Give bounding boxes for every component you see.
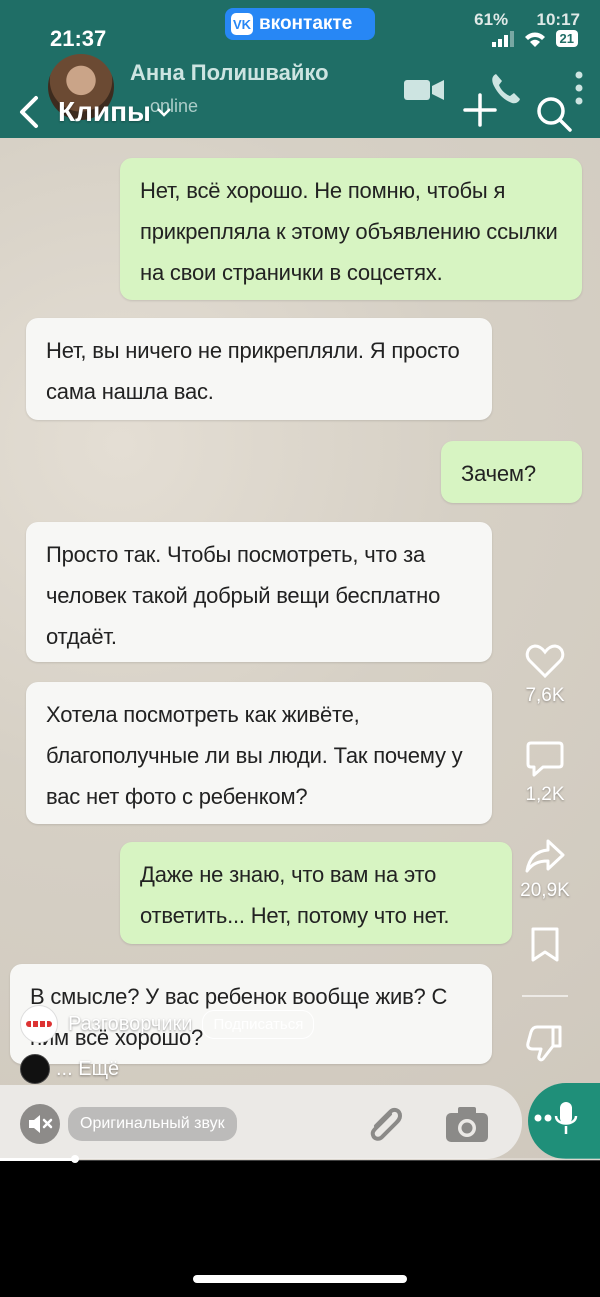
attachment-icon: [370, 1107, 403, 1141]
shares-count: 20,9K: [520, 880, 570, 901]
chat-message: Зачем?: [441, 441, 582, 503]
progress-fill: [0, 1158, 75, 1161]
battery-icon: 21: [555, 30, 578, 47]
clips-title-dropdown[interactable]: Клипы: [58, 96, 171, 128]
home-indicator[interactable]: [193, 1275, 407, 1283]
thumbs-down-icon: [526, 1025, 562, 1062]
share-button[interactable]: 20,9K: [505, 838, 585, 902]
vk-badge-label: вконтакте: [259, 13, 353, 34]
description-more[interactable]: ... Ещё: [20, 1054, 119, 1084]
bookmark-button[interactable]: [505, 926, 585, 970]
chat-message: Хотела посмотреть как живёте, благополуч…: [26, 682, 492, 824]
bookmark-icon: [531, 927, 559, 962]
vk-logo-icon: VK: [231, 13, 253, 35]
contact-name: Анна Полишвайко: [130, 60, 329, 85]
mic-icon: [534, 1102, 578, 1134]
chat-message: Нет, вы ничего не прикрепляли. Я просто …: [26, 318, 492, 420]
chat-message: Даже не знаю, что вам на это ответить...…: [120, 842, 512, 944]
author-row: Разговорчики Подписаться: [20, 1005, 315, 1043]
status-time: 21:37: [50, 26, 107, 51]
author-avatar[interactable]: [20, 1005, 58, 1043]
vk-badge: VK вконтакте: [225, 8, 375, 40]
overflow-menu-icon: [575, 71, 583, 105]
like-button[interactable]: 7,6K: [505, 643, 585, 707]
likes-count: 7,6K: [525, 685, 565, 706]
wifi-icon: [524, 32, 545, 47]
back-arrow-icon[interactable]: [14, 94, 44, 130]
search-icon[interactable]: [534, 94, 574, 134]
comments-count: 1,2K: [525, 784, 565, 805]
more-label: ... Ещё: [56, 1057, 120, 1080]
divider: [522, 995, 568, 997]
share-icon: [525, 839, 565, 873]
description-icon: [20, 1054, 50, 1084]
clip-video[interactable]: 61% 10:17 Анна Полишвайко online Нет, вс…: [0, 0, 600, 1160]
progress-handle[interactable]: [71, 1155, 79, 1163]
author-name[interactable]: Разговорчики: [68, 1013, 192, 1036]
status-indicators: 21: [491, 30, 578, 47]
dislike-button[interactable]: [505, 1023, 585, 1069]
cellular-signal-icon: [491, 30, 514, 47]
chat-message: Просто так. Чтобы посмотреть, что за чел…: [26, 522, 492, 662]
video-time: 10:17: [536, 10, 580, 29]
comment-icon: [526, 741, 564, 777]
video-call-icon: [404, 80, 444, 100]
subscribe-button[interactable]: Подписаться: [202, 1009, 315, 1039]
video-battery-percent: 61%: [474, 10, 509, 29]
page-title: Клипы: [58, 96, 151, 127]
camera-icon: [446, 1107, 488, 1142]
chat-message: Нет, всё хорошо. Не помню, чтобы я прикр…: [120, 158, 582, 300]
comments-button[interactable]: 1,2K: [505, 740, 585, 806]
mute-button[interactable]: [20, 1104, 60, 1144]
playback-progress[interactable]: [0, 1155, 600, 1163]
chevron-down-icon: [157, 108, 171, 117]
clips-screen: 61% 10:17 Анна Полишвайко online Нет, вс…: [0, 0, 600, 1297]
original-sound-label[interactable]: Оригинальный звук: [68, 1107, 237, 1141]
heart-icon: [525, 644, 565, 679]
video-status-bar: 61% 10:17: [474, 10, 580, 30]
add-clip-button[interactable]: [462, 92, 498, 128]
speaker-muted-icon: [29, 1115, 53, 1133]
